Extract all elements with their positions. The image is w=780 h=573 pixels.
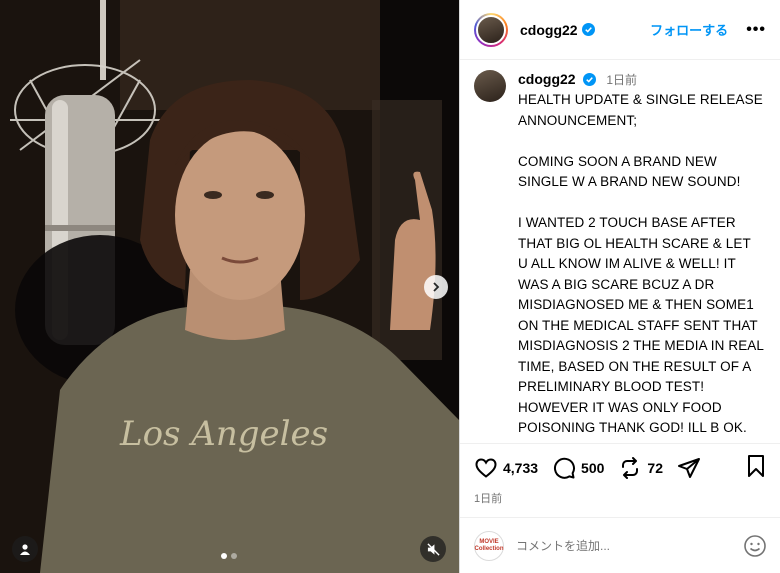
action-bar: 4,733 500 72 1日前 xyxy=(460,443,780,506)
post-date[interactable]: 1日前 xyxy=(474,490,767,506)
repost-button[interactable]: 72 xyxy=(618,456,663,480)
video-frame: Los Angeles xyxy=(0,0,459,573)
more-options-button[interactable]: ••• xyxy=(746,21,766,39)
author-avatar[interactable] xyxy=(476,14,506,45)
caption-username[interactable]: cdogg22 xyxy=(518,71,576,87)
heart-icon xyxy=(475,458,497,478)
post-panel: cdogg22 フォローする ••• cdogg22 1日前 HEALTH UP… xyxy=(459,0,780,573)
shirt-print: Los Angeles xyxy=(119,414,328,454)
share-button[interactable] xyxy=(677,456,701,480)
like-count[interactable]: 4,733 xyxy=(503,460,538,476)
bookmark-icon xyxy=(748,454,764,477)
carousel-dot-2 xyxy=(231,553,237,559)
repost-count[interactable]: 72 xyxy=(647,460,663,476)
chevron-right-icon xyxy=(433,282,440,292)
follow-button[interactable]: フォローする xyxy=(650,20,728,39)
caption-avatar-image[interactable] xyxy=(474,70,506,102)
repost-icon xyxy=(622,457,639,479)
comment-input[interactable] xyxy=(516,538,743,553)
post-header: cdogg22 フォローする ••• xyxy=(460,0,780,60)
author-avatar-ring[interactable] xyxy=(474,12,508,47)
send-icon xyxy=(677,458,700,478)
viewer-avatar[interactable]: MOVIE Collection xyxy=(474,530,504,561)
save-button[interactable] xyxy=(745,454,767,483)
comment-icon xyxy=(554,457,576,479)
like-button[interactable]: 4,733 xyxy=(474,456,538,480)
mute-button[interactable] xyxy=(420,536,446,562)
carousel-dot-1 xyxy=(221,553,227,559)
verified-badge-icon xyxy=(583,73,597,86)
comment-count[interactable]: 500 xyxy=(581,460,604,476)
caption-avatar[interactable] xyxy=(474,70,506,443)
verified-badge-icon xyxy=(581,23,595,36)
emoji-icon[interactable] xyxy=(743,534,767,558)
caption-body: cdogg22 1日前 HEALTH UPDATE & SINGLE RELEA… xyxy=(518,70,764,443)
person-icon xyxy=(20,544,30,555)
comment-button[interactable]: 500 xyxy=(552,456,604,480)
caption-scroll[interactable]: cdogg22 1日前 HEALTH UPDATE & SINGLE RELEA… xyxy=(460,60,780,443)
caption-time: 1日前 xyxy=(606,73,638,87)
caption-text: HEALTH UPDATE & SINGLE RELEASE ANNOUNCEM… xyxy=(518,92,764,443)
carousel-indicator xyxy=(221,553,237,559)
post-media[interactable]: Los Angeles xyxy=(0,0,459,573)
tagged-users-button[interactable] xyxy=(12,536,38,562)
carousel-next-button[interactable] xyxy=(424,275,448,299)
caption-header: cdogg22 1日前 xyxy=(518,70,764,89)
speaker-muted-icon xyxy=(426,542,440,556)
author-username[interactable]: cdogg22 xyxy=(520,22,578,38)
comment-composer: MOVIE Collection xyxy=(460,517,780,573)
